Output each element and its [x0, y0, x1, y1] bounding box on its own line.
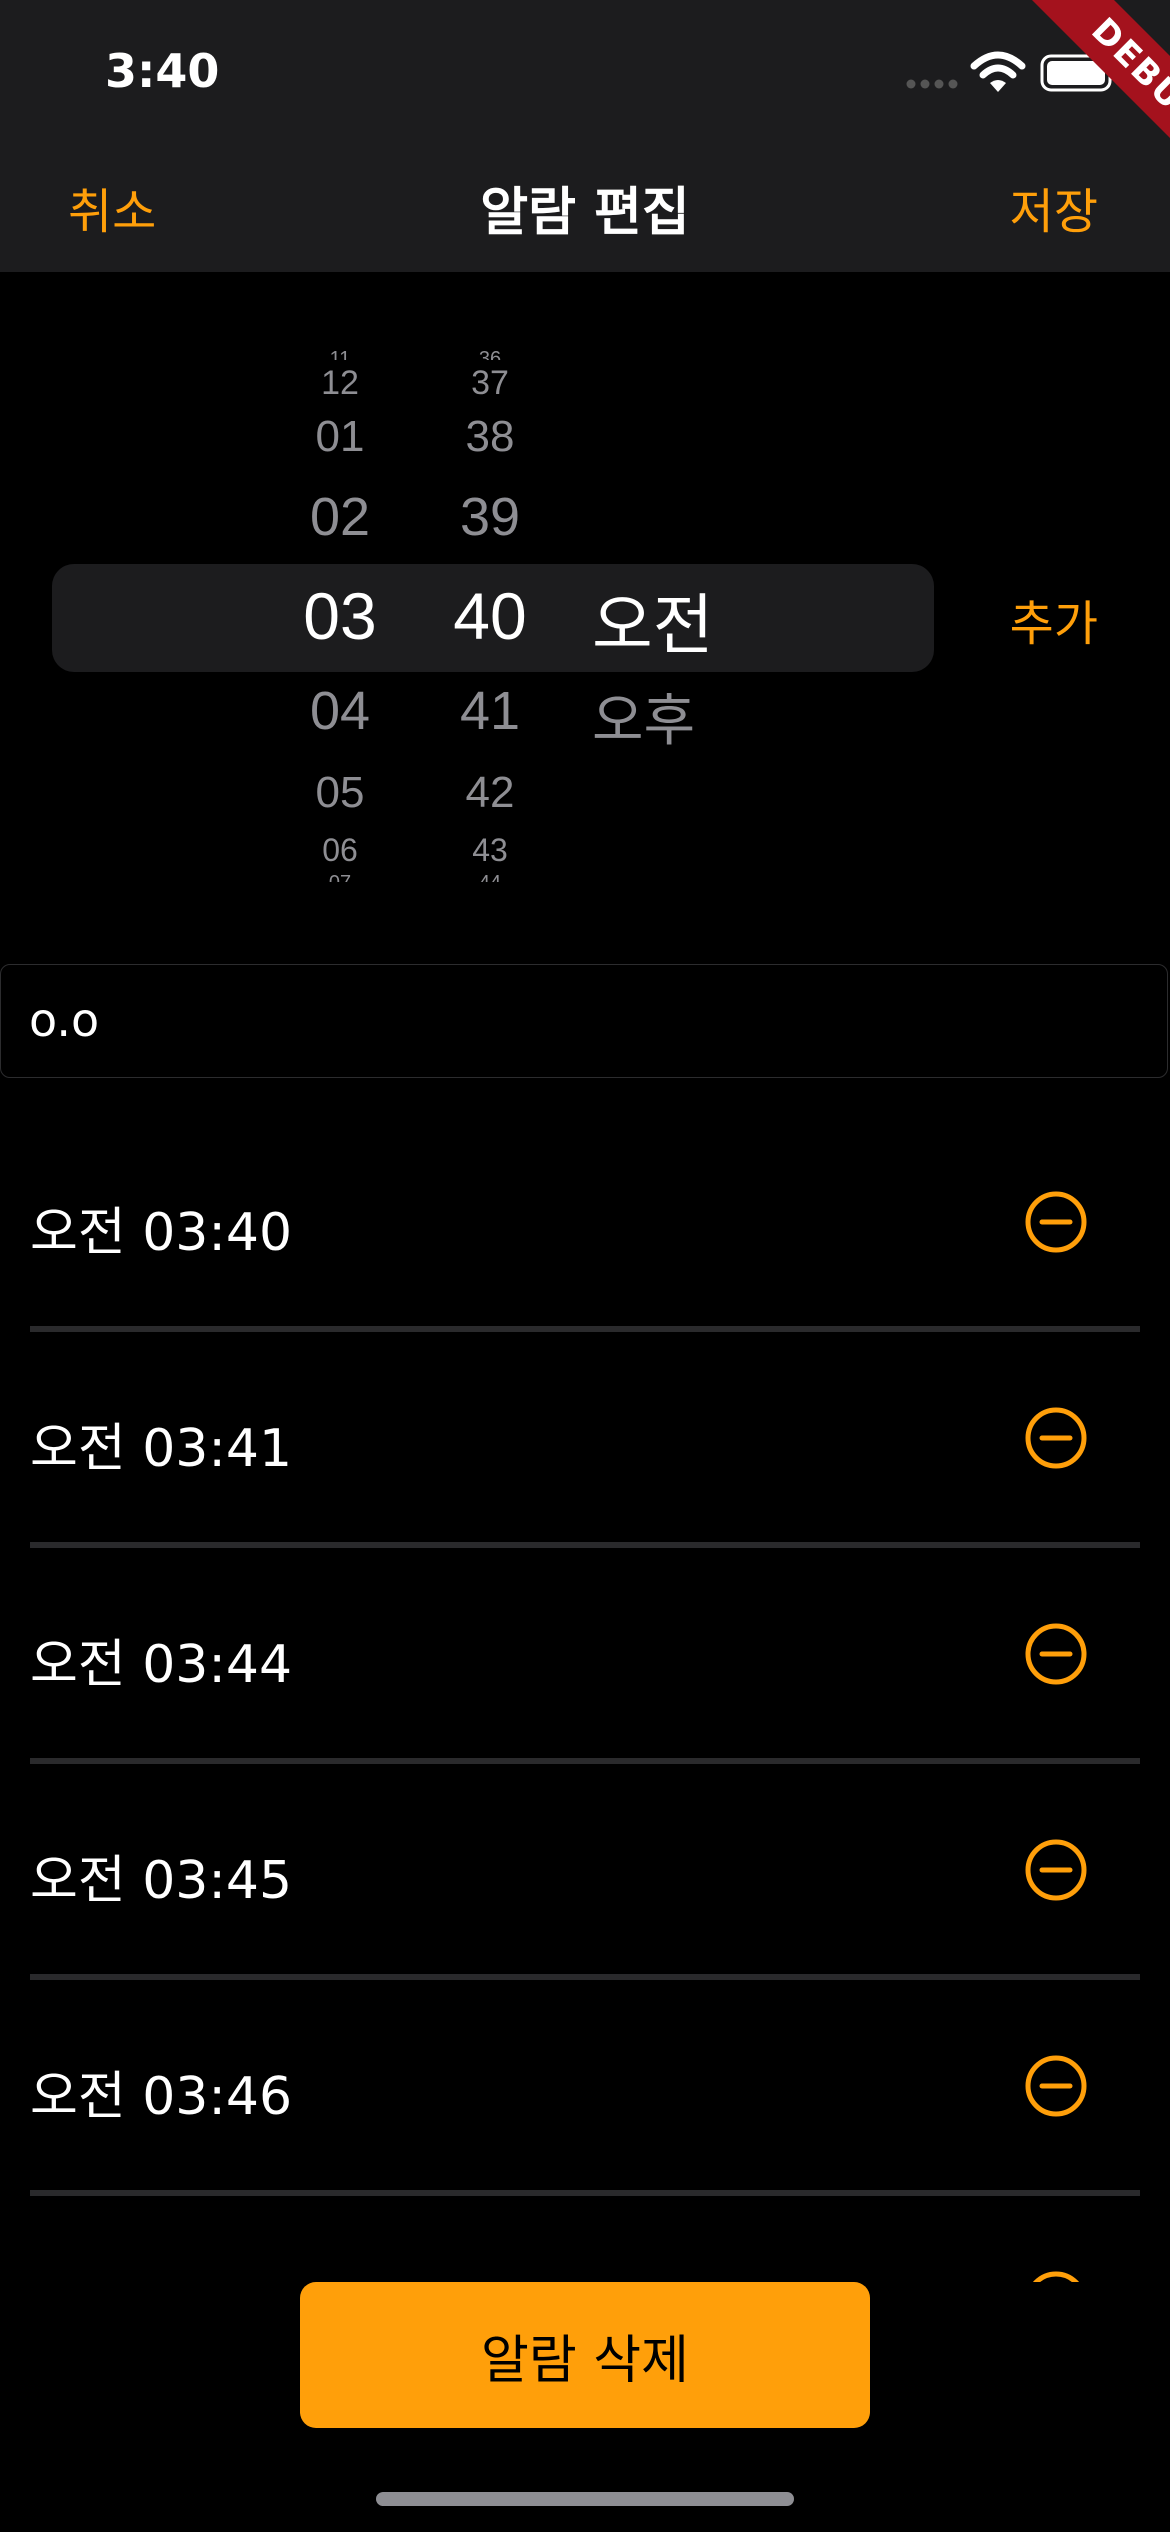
alarm-time-list[interactable]: 오전 03:40 오전 03:41 오전 03:44 오전 03:45 오전 0	[0, 1110, 1170, 2282]
alarm-time-label: 오전 03:46	[30, 2067, 293, 2127]
minute-option[interactable]: 44	[400, 872, 580, 882]
minute-option[interactable]: 41	[400, 680, 580, 742]
home-indicator	[376, 2492, 794, 2506]
remove-circle-icon[interactable]	[1024, 1838, 1088, 1902]
alarm-time-label: 오전 03:40	[30, 1203, 293, 1263]
remove-circle-icon[interactable]	[1024, 2270, 1088, 2282]
top-bar: 3:40 취소 알람 편집 저장 DEBUG	[0, 0, 1170, 272]
debug-banner: DEBUG	[990, 0, 1170, 180]
alarm-time-label: 오전 03:44	[30, 1635, 293, 1695]
minute-option[interactable]: 38	[400, 412, 580, 462]
cellular-signal-icon	[906, 79, 958, 89]
status-time: 3:40	[105, 44, 220, 98]
list-item: 오전 03:41	[0, 1326, 1170, 1548]
minute-option-selected[interactable]: 40	[400, 578, 580, 654]
list-item: 오전 03:40	[0, 1110, 1170, 1332]
save-button[interactable]: 저장	[1010, 172, 1098, 242]
alarm-label-value: o.o	[29, 993, 100, 1047]
delete-alarm-button[interactable]: 알람 삭제	[300, 2282, 870, 2428]
alarm-label-field[interactable]: o.o	[0, 964, 1168, 1078]
page-title: 알람 편집	[480, 183, 690, 243]
list-item: 오전 03:45	[0, 1758, 1170, 1980]
minute-option[interactable]: 42	[400, 768, 580, 818]
minute-wheel[interactable]: 36 37 38 39 40 41 42 43 44	[400, 272, 580, 892]
period-option[interactable]: 오후	[580, 676, 772, 757]
remove-circle-icon[interactable]	[1024, 2054, 1088, 2118]
minute-option[interactable]: 39	[400, 486, 580, 548]
period-wheel[interactable]: 오전 오후	[580, 272, 760, 892]
debug-banner-label: DEBUG	[1014, 0, 1170, 180]
remove-circle-icon[interactable]	[1024, 1406, 1088, 1470]
minute-option[interactable]: 37	[400, 364, 580, 403]
list-item: 오전 03:46	[0, 1974, 1170, 2196]
period-option-selected[interactable]: 오전	[580, 572, 772, 668]
remove-circle-icon[interactable]	[1024, 1622, 1088, 1686]
alarm-time-label: 오전 03:45	[30, 1851, 293, 1911]
list-item: 오전 03:44	[0, 1542, 1170, 1764]
time-picker[interactable]: 11 12 01 02 03 04 05 06 07 36 37 38 39 4…	[0, 272, 1170, 932]
minute-option[interactable]: 36	[400, 348, 580, 360]
alarm-time-label: 오전 03:41	[30, 1419, 293, 1479]
add-alarm-button[interactable]: 추가	[1010, 584, 1098, 654]
minute-option[interactable]: 43	[400, 832, 580, 869]
remove-circle-icon[interactable]	[1024, 1190, 1088, 1254]
divider	[30, 2190, 1140, 2196]
